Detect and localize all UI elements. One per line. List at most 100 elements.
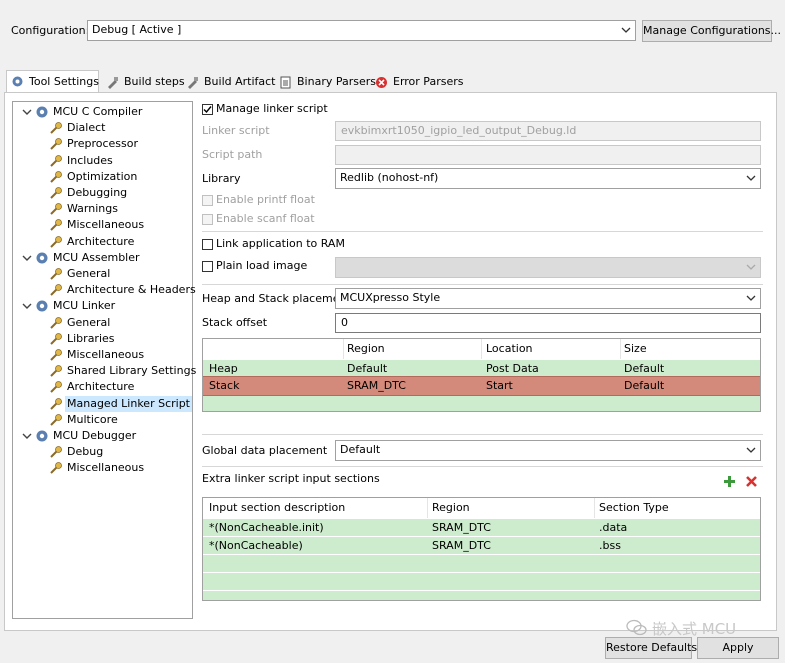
tree-label: Warnings bbox=[67, 202, 118, 216]
remove-icon[interactable] bbox=[745, 475, 758, 488]
tree-item[interactable]: Miscellaneous bbox=[13, 347, 189, 363]
tree-label: Shared Library Settings bbox=[67, 364, 197, 378]
tool-group-icon bbox=[36, 252, 48, 264]
tree-item[interactable]: Debug bbox=[13, 444, 189, 460]
plain-load-image-select bbox=[335, 257, 761, 278]
settings-page-icon bbox=[50, 122, 62, 134]
tab-tool-settings[interactable]: Tool Settings bbox=[6, 70, 99, 94]
tree-item[interactable]: Architecture bbox=[13, 379, 189, 395]
stack-offset-input[interactable]: 0 bbox=[335, 313, 761, 333]
settings-tree[interactable]: MCU C Compiler Dialect Preprocessor Include… bbox=[12, 101, 196, 619]
enable-printf-float-label: Enable printf float bbox=[216, 193, 315, 206]
tree-item[interactable]: Dialect bbox=[13, 120, 189, 136]
tab-error-parsers[interactable]: Error Parsers bbox=[371, 72, 463, 92]
settings-page-icon bbox=[50, 332, 62, 345]
cell-region: SRAM_DTC bbox=[432, 521, 491, 534]
input-sections-table[interactable]: Input section description Region Section… bbox=[202, 497, 761, 601]
table-row[interactable]: *(NonCacheable) SRAM_DTC .bss bbox=[203, 537, 760, 555]
tree-item[interactable]: Includes bbox=[13, 153, 189, 169]
global-data-placement-select[interactable]: Default bbox=[335, 440, 761, 461]
table-row[interactable]: Heap Default Post Data Default bbox=[203, 360, 760, 377]
tab-label: Build Artifact bbox=[204, 75, 276, 88]
cell-region: Default bbox=[347, 362, 388, 375]
tree-item[interactable]: General bbox=[13, 266, 189, 282]
table-row[interactable]: *(NonCacheable.init) SRAM_DTC .data bbox=[203, 519, 760, 537]
build-artifact-icon bbox=[188, 77, 198, 89]
tree-item[interactable]: Miscellaneous bbox=[13, 217, 189, 233]
tree-group[interactable]: MCU Debugger bbox=[13, 428, 189, 444]
table-row[interactable]: Stack SRAM_DTC Start Default bbox=[203, 376, 760, 396]
heap-stack-placement-select[interactable]: MCUXpresso Style bbox=[335, 288, 761, 309]
error-parsers-icon bbox=[376, 77, 387, 88]
tab-label: Build steps bbox=[124, 75, 185, 88]
settings-page-icon bbox=[50, 284, 62, 296]
column-header[interactable]: Input section description bbox=[209, 498, 345, 518]
tree-group[interactable]: MCU Assembler bbox=[13, 250, 189, 266]
chevron-down-icon bbox=[746, 295, 756, 301]
column-header[interactable]: Region bbox=[347, 339, 385, 359]
column-header[interactable]: Region bbox=[432, 498, 470, 518]
enable-scanf-float-checkbox[interactable] bbox=[202, 214, 213, 225]
settings-page-icon bbox=[50, 235, 62, 248]
extra-sections-label: Extra linker script input sections bbox=[202, 472, 380, 485]
library-select[interactable]: Redlib (nohost-nf) bbox=[335, 168, 761, 189]
plain-load-image-checkbox[interactable] bbox=[202, 261, 213, 272]
heap-stack-table[interactable]: Region Location Size Heap Default Post D… bbox=[202, 338, 761, 412]
tree-item[interactable]: Architecture bbox=[13, 234, 189, 250]
global-data-placement-label: Global data placement bbox=[202, 444, 328, 457]
column-header[interactable]: Location bbox=[486, 339, 533, 359]
tree-item[interactable]: Architecture & Headers bbox=[13, 282, 196, 298]
manage-linker-script-checkbox[interactable] bbox=[202, 104, 213, 115]
tree-item[interactable]: Debugging bbox=[13, 185, 189, 201]
column-divider bbox=[427, 498, 428, 518]
chevron-down-icon[interactable] bbox=[21, 104, 33, 120]
tree-item[interactable]: Optimization bbox=[13, 169, 189, 185]
column-header[interactable]: Size bbox=[624, 339, 647, 359]
tree-item[interactable]: Shared Library Settings bbox=[13, 363, 196, 379]
tab-build-artifact[interactable]: Build Artifact bbox=[182, 72, 276, 92]
tree-item[interactable]: Warnings bbox=[13, 201, 189, 217]
tab-binary-parsers[interactable]: Binary Parsers bbox=[275, 72, 376, 92]
tree-group[interactable]: MCU Linker bbox=[13, 298, 189, 314]
binary-parsers-icon bbox=[280, 76, 291, 89]
restore-defaults-button[interactable]: Restore Defaults bbox=[605, 637, 697, 659]
divider bbox=[202, 466, 763, 467]
tree-label: Multicore bbox=[67, 412, 118, 426]
cell-name: Heap bbox=[209, 362, 238, 375]
configuration-select[interactable]: Debug [ Active ] bbox=[87, 20, 636, 41]
tree-group[interactable]: MCU C Compiler bbox=[13, 104, 189, 120]
tree-label: Optimization bbox=[67, 169, 138, 183]
column-divider bbox=[594, 498, 595, 518]
column-divider bbox=[343, 339, 344, 359]
tree-label: Debug bbox=[67, 445, 104, 459]
cell-size: Default bbox=[624, 379, 665, 392]
chevron-down-icon[interactable] bbox=[21, 428, 33, 444]
tree-label: General bbox=[67, 315, 111, 329]
cell-location: Start bbox=[486, 379, 513, 392]
tree-item[interactable]: Preprocessor bbox=[13, 136, 189, 152]
heap-stack-placement-label: Heap and Stack placement bbox=[202, 292, 351, 305]
enable-printf-float-checkbox[interactable] bbox=[202, 195, 213, 206]
chevron-down-icon[interactable] bbox=[21, 298, 33, 314]
tree-item[interactable]: Libraries bbox=[13, 331, 189, 347]
tree-item[interactable]: Multicore bbox=[13, 412, 189, 428]
chevron-down-icon[interactable] bbox=[21, 250, 33, 266]
tree-item[interactable]: General bbox=[13, 315, 189, 331]
table-row-empty bbox=[203, 573, 760, 591]
column-header[interactable]: Section Type bbox=[599, 498, 669, 518]
library-label: Library bbox=[202, 172, 241, 185]
tree-label: Miscellaneous bbox=[67, 348, 145, 361]
divider bbox=[202, 434, 763, 435]
add-icon[interactable] bbox=[723, 475, 736, 488]
tree-item[interactable]: Miscellaneous bbox=[13, 460, 189, 476]
settings-page-icon bbox=[50, 316, 62, 329]
tree-item[interactable]: Managed Linker Script bbox=[13, 395, 192, 412]
cell-region: SRAM_DTC bbox=[347, 379, 406, 392]
link-to-ram-checkbox[interactable] bbox=[202, 239, 213, 250]
enable-scanf-float-label: Enable scanf float bbox=[216, 212, 315, 225]
manage-configurations-button[interactable]: Manage Configurations... bbox=[642, 20, 781, 42]
tree-label: Preprocessor bbox=[67, 137, 139, 151]
link-to-ram-label: Link application to RAM bbox=[216, 237, 345, 250]
tab-build-steps[interactable]: Build steps bbox=[102, 72, 185, 92]
apply-button[interactable]: Apply bbox=[697, 637, 779, 659]
